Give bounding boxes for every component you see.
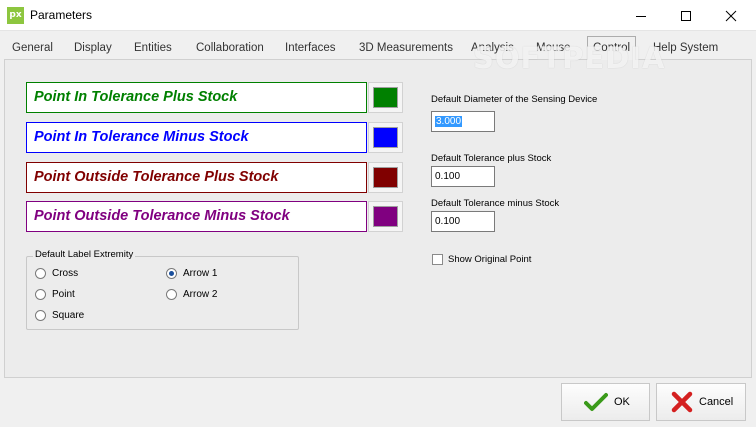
app-logo-icon: px <box>7 7 24 24</box>
color-button-out-minus[interactable] <box>368 201 403 232</box>
radio-circle <box>35 268 46 279</box>
ok-button[interactable]: OK <box>561 383 650 421</box>
checkbox-label: Show Original Point <box>448 254 532 265</box>
color-swatch <box>373 167 398 188</box>
cancel-label: Cancel <box>699 396 734 408</box>
tolerance-minus-label: Default Tolerance minus Stock <box>431 198 560 209</box>
tab-strip: General Display Entities Collaboration I… <box>0 36 756 60</box>
window-title: Parameters <box>30 8 93 22</box>
checkmark-icon <box>584 393 608 411</box>
tab-interfaces[interactable]: Interfaces <box>285 39 336 59</box>
tolerance-plus-label: Default Tolerance plus Stock <box>431 153 552 164</box>
radio-point[interactable]: Point <box>35 289 75 300</box>
color-swatch <box>373 127 398 148</box>
diameter-input[interactable]: 3.000 <box>431 111 495 132</box>
color-button-in-minus[interactable] <box>368 122 403 153</box>
minimize-button[interactable] <box>618 0 663 31</box>
diameter-value: 3.000 <box>435 116 463 127</box>
radio-label: Arrow 1 <box>183 268 218 279</box>
tolerance-plus-input[interactable]: 0.100 <box>431 166 495 187</box>
radio-cross[interactable]: Cross <box>35 268 78 279</box>
radio-arrow-1[interactable]: Arrow 1 <box>166 268 217 279</box>
ok-label: OK <box>614 396 630 408</box>
radio-square[interactable]: Square <box>35 310 84 321</box>
tab-control[interactable]: Control <box>587 36 637 60</box>
tab-collaboration[interactable]: Collaboration <box>196 39 264 59</box>
tab-entities[interactable]: Entities <box>134 39 172 59</box>
show-original-point-checkbox[interactable]: Show Original Point <box>432 254 531 265</box>
cancel-button[interactable]: Cancel <box>656 383 746 421</box>
label-extremity-group: Default Label Extremity Cross Point Squa… <box>26 249 299 330</box>
tolerance-label-in-minus: Point In Tolerance Minus Stock <box>26 122 367 153</box>
title-bar: px Parameters <box>0 0 756 31</box>
radio-circle <box>35 289 46 300</box>
radio-label: Square <box>52 310 85 321</box>
tolerance-label-out-plus: Point Outside Tolerance Plus Stock <box>26 162 367 193</box>
radio-label: Cross <box>52 268 79 279</box>
tab-3d-measurements[interactable]: 3D Measurements <box>359 39 453 59</box>
dialog-footer: OK Cancel <box>0 378 756 427</box>
tab-analysis[interactable]: Analysis <box>471 39 514 59</box>
maximize-button[interactable] <box>663 0 708 31</box>
radio-arrow-2[interactable]: Arrow 2 <box>166 289 217 300</box>
checkbox-box <box>432 254 443 265</box>
color-button-in-plus[interactable] <box>368 82 403 113</box>
color-button-out-plus[interactable] <box>368 162 403 193</box>
tolerance-minus-input[interactable]: 0.100 <box>431 211 495 232</box>
minimize-icon <box>635 15 646 17</box>
radio-circle-checked <box>166 268 177 279</box>
close-icon <box>725 10 736 21</box>
tab-display[interactable]: Display <box>74 39 112 59</box>
close-button[interactable] <box>708 0 753 31</box>
radio-circle <box>166 289 177 300</box>
diameter-label: Default Diameter of the Sensing Device <box>431 94 598 105</box>
radio-label: Arrow 2 <box>183 289 218 300</box>
color-swatch <box>373 206 398 227</box>
maximize-icon <box>680 10 691 21</box>
radio-label: Point <box>52 289 75 300</box>
tolerance-label-out-minus: Point Outside Tolerance Minus Stock <box>26 201 367 232</box>
tab-mouse[interactable]: Mouse <box>536 39 571 59</box>
tolerance-label-in-plus: Point In Tolerance Plus Stock <box>26 82 367 113</box>
tab-general[interactable]: General <box>12 39 53 59</box>
radio-circle <box>35 310 46 321</box>
tab-help-system[interactable]: Help System <box>653 39 718 59</box>
cancel-x-icon <box>671 391 693 413</box>
group-title: Default Label Extremity <box>33 249 136 260</box>
color-swatch <box>373 87 398 108</box>
